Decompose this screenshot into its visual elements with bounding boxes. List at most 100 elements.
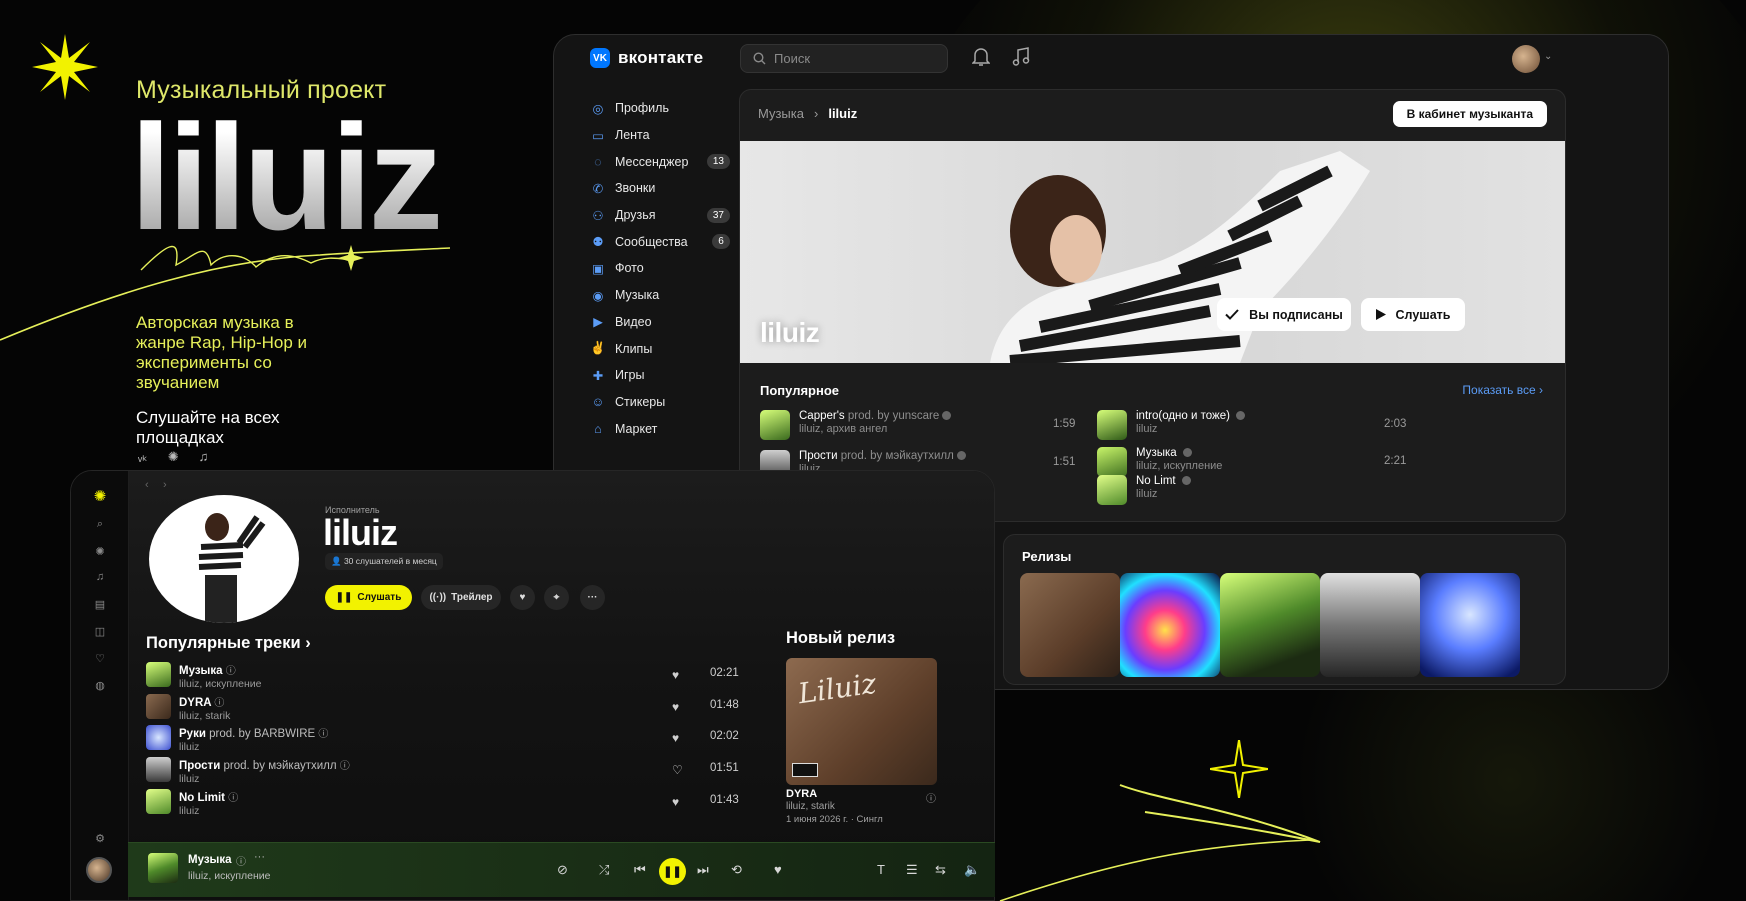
now-playing-cover[interactable] <box>148 853 178 883</box>
sidebar-item[interactable]: ◉ Музыка <box>590 282 730 309</box>
sidebar-item[interactable]: ◎ Профиль <box>590 95 730 122</box>
new-release-cover[interactable]: Liluiz <box>786 658 937 785</box>
info-icon[interactable]: ⓘ <box>228 793 238 804</box>
trailer-button[interactable]: ((·)) Трейлер <box>421 585 501 610</box>
track-row[interactable]: No Limit ⓘ liluiz <box>146 789 238 817</box>
info-icon[interactable] <box>1181 476 1191 486</box>
sidebar-item[interactable]: ⚉ Сообщества 6 <box>590 228 730 255</box>
track-row[interactable]: Прости prod. by мэйкаутхилл ⓘ liluiz <box>146 757 350 785</box>
sidebar-item[interactable]: ▣ Фото <box>590 255 730 282</box>
release-cover[interactable] <box>1120 573 1220 677</box>
music-note-icon[interactable] <box>1012 47 1030 67</box>
vk-logo[interactable]: VK вконтакте <box>590 48 703 68</box>
track-row[interactable]: DYRA ⓘ liluiz, starik <box>146 694 230 722</box>
player-listen-button[interactable]: ❚❚ Слушать <box>325 585 412 610</box>
forward-arrow-icon[interactable]: › <box>163 479 167 491</box>
podcast-icon[interactable]: ◫ <box>91 622 109 640</box>
sidebar-item[interactable]: ✌ Клипы <box>590 335 730 362</box>
pin-button[interactable]: ⌖ <box>544 585 569 610</box>
sidebar-item[interactable]: ⌂ Маркет <box>590 415 730 442</box>
queue-icon[interactable]: ☰ <box>906 862 918 878</box>
sidebar-item[interactable]: ▭ Лента <box>590 122 730 149</box>
sidebar-item[interactable]: ✆ Звонки <box>590 175 730 202</box>
pause-button[interactable]: ❚❚ <box>659 858 686 885</box>
heart-icon[interactable]: ♥ <box>774 862 782 877</box>
settings-icon[interactable]: ⚙ <box>91 829 109 847</box>
more-icon[interactable]: ··· <box>254 851 265 863</box>
track-cover[interactable] <box>1097 410 1127 440</box>
musician-cabinet-button[interactable]: В кабинет музыканта <box>1392 101 1547 127</box>
heart-icon[interactable]: ♥ <box>672 795 679 809</box>
release-cover[interactable] <box>1220 573 1320 677</box>
previous-icon[interactable]: ⏮ <box>634 862 646 878</box>
listen-button[interactable]: Слушать <box>1361 298 1465 331</box>
info-icon[interactable]: ⓘ <box>236 853 246 868</box>
subscribed-button[interactable]: Вы подписаны <box>1217 298 1351 331</box>
search-input[interactable]: Поиск <box>740 44 948 73</box>
track-cover[interactable] <box>146 757 171 782</box>
music-note-icon[interactable]: ♫ <box>91 568 109 586</box>
track-row[interactable]: Capper's prod. by yunscare liluiz, архив … <box>760 410 952 440</box>
sparkle-icon[interactable]: ✺ <box>168 449 179 465</box>
info-icon[interactable] <box>1236 411 1246 421</box>
heart-icon[interactable]: ♥ <box>672 700 679 714</box>
sidebar-item[interactable]: ☺ Стикеры <box>590 389 730 416</box>
volume-icon[interactable]: 🔈 <box>964 862 980 878</box>
new-release-track[interactable]: DYRA <box>786 788 817 800</box>
equalizer-icon[interactable]: ⇆ <box>935 862 946 878</box>
info-icon[interactable]: ⓘ <box>214 698 224 709</box>
track-row[interactable]: Музыка ⓘ liluiz, искупление <box>146 662 262 690</box>
bell-icon[interactable] <box>972 47 990 67</box>
repeat-icon[interactable]: ⟲ <box>731 862 742 878</box>
avatar[interactable] <box>1512 45 1540 73</box>
more-button[interactable]: ··· <box>580 585 605 610</box>
show-all-link[interactable]: Показать все › <box>1462 383 1543 397</box>
track-cover[interactable] <box>760 410 790 440</box>
track-cover[interactable] <box>146 662 171 687</box>
shuffle-icon[interactable]: ⤮ <box>599 862 609 878</box>
breadcrumb-parent[interactable]: Музыка <box>758 106 804 121</box>
heart-icon[interactable]: ♥ <box>672 731 679 745</box>
next-icon[interactable]: ⏭ <box>697 862 709 878</box>
wave-icon[interactable]: ✺ <box>91 542 109 560</box>
info-icon[interactable] <box>1182 448 1192 458</box>
dislike-icon[interactable]: ⊘ <box>557 862 568 878</box>
avatar[interactable] <box>86 857 112 883</box>
heart-icon[interactable]: ♡ <box>672 763 683 777</box>
lyrics-icon[interactable]: T <box>877 862 885 877</box>
info-icon[interactable] <box>956 451 966 461</box>
sidebar-item[interactable]: ✚ Игры <box>590 362 730 389</box>
track-cover[interactable] <box>146 694 171 719</box>
vk-icon[interactable]: ᵥₖ <box>138 449 148 465</box>
release-cover[interactable] <box>1020 573 1120 677</box>
library-icon[interactable]: ▤ <box>91 595 109 613</box>
track-cover[interactable] <box>1097 447 1127 477</box>
track-cover[interactable] <box>1097 475 1127 505</box>
release-cover[interactable] <box>1420 573 1520 677</box>
music-note-icon[interactable]: ♫ <box>199 449 209 465</box>
sidebar-item[interactable]: ▶ Видео <box>590 309 730 336</box>
track-row[interactable]: No Limt liluiz <box>1097 475 1191 505</box>
info-icon[interactable]: ⓘ <box>318 729 328 740</box>
info-icon[interactable]: ⓘ <box>226 666 236 677</box>
chevron-down-icon[interactable]: ⌄ <box>1544 51 1552 62</box>
info-icon[interactable] <box>942 411 952 421</box>
info-icon[interactable]: ⓘ <box>926 790 936 805</box>
sparkle-logo-icon[interactable]: ✺ <box>91 487 109 505</box>
sidebar-item[interactable]: ◌ Мессенджер 13 <box>590 148 730 175</box>
track-cover[interactable] <box>146 725 171 750</box>
heart-icon[interactable]: ♥ <box>672 668 679 682</box>
kids-icon[interactable]: ◍ <box>91 676 109 694</box>
sidebar-item[interactable]: ⚇ Друзья 37 <box>590 202 730 229</box>
back-arrow-icon[interactable]: ‹ <box>145 479 149 491</box>
track-row[interactable]: intro(одно и тоже) liluiz <box>1097 410 1246 440</box>
track-row[interactable]: Музыка liluiz, искупление <box>1097 447 1222 477</box>
info-icon[interactable]: ⓘ <box>340 761 350 772</box>
now-playing-title[interactable]: Музыка <box>188 854 232 866</box>
search-icon[interactable]: ⌕ <box>91 515 109 533</box>
track-row[interactable]: Руки prod. by BARBWIRE ⓘ liluiz <box>146 725 328 753</box>
track-cover[interactable] <box>146 789 171 814</box>
release-cover[interactable] <box>1320 573 1420 677</box>
popular-tracks-title[interactable]: Популярные треки › <box>146 634 311 653</box>
like-button[interactable]: ♥ <box>510 585 535 610</box>
